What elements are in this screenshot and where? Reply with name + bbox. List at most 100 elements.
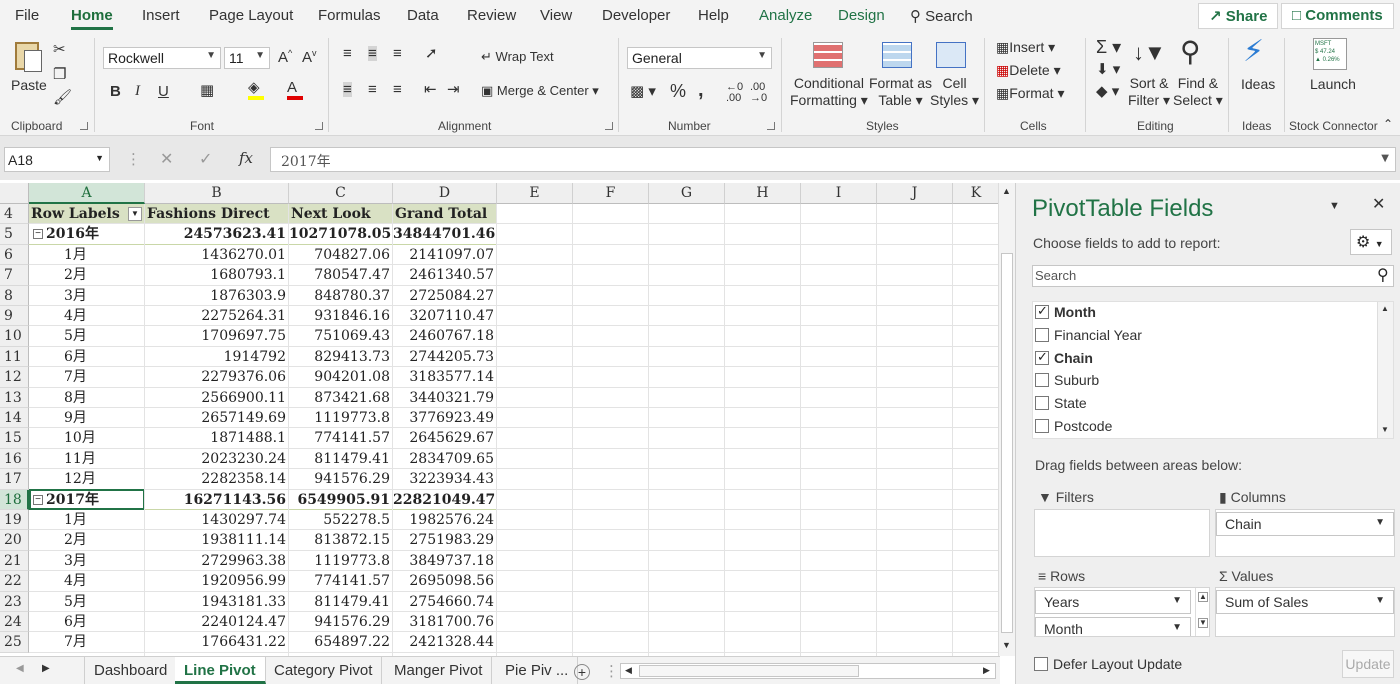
sheet-tab-manger-pivot[interactable]: Manger Pivot: [385, 657, 493, 684]
value-cell[interactable]: 24573623.41: [145, 224, 289, 244]
row-header[interactable]: 6: [0, 244, 29, 266]
value-cell[interactable]: 780547.47: [289, 265, 393, 285]
copy-icon[interactable]: ❐: [53, 67, 66, 82]
format-painter-icon[interactable]: 🖌: [53, 90, 72, 105]
value-cell[interactable]: 2275264.31: [145, 306, 289, 326]
launch-button[interactable]: Launch: [1310, 76, 1356, 92]
sheet-tab-line-pivot[interactable]: Line Pivot: [175, 657, 266, 684]
value-cell[interactable]: 2657149.69: [145, 408, 289, 428]
row-label[interactable]: 3月: [64, 286, 145, 306]
column-header[interactable]: K: [953, 183, 1000, 204]
value-cell[interactable]: 848780.37: [289, 286, 393, 306]
find-select-button[interactable]: Find & Select ▾: [1173, 75, 1223, 109]
font-launcher-icon[interactable]: [315, 122, 323, 130]
value-cell[interactable]: 1943181.33: [145, 592, 289, 612]
bold-button[interactable]: B: [110, 84, 121, 99]
checkbox-month[interactable]: [1035, 303, 1049, 319]
cancel-icon[interactable]: ✕: [160, 152, 173, 168]
row-header[interactable]: 11: [0, 346, 29, 368]
worksheet-grid[interactable]: A B C D E F G H I J K 4 Row Labels Fashions Direct Nex…: [0, 183, 1000, 656]
value-cell[interactable]: 2645629.67: [393, 428, 497, 448]
sort-filter-icon[interactable]: ↓▼: [1133, 42, 1166, 64]
align-left-icon[interactable]: ≡: [343, 82, 352, 97]
row-header[interactable]: 13: [0, 387, 29, 408]
value-cell[interactable]: 1876303.9: [145, 286, 289, 306]
row-label[interactable]: 4月: [64, 571, 145, 591]
rows-area-scrollbar[interactable]: ▲ ▼: [1195, 588, 1209, 636]
close-icon[interactable]: ✕: [1372, 197, 1385, 213]
field-search-input[interactable]: Search ⚲: [1032, 265, 1394, 287]
value-cell[interactable]: 1709697.75: [145, 326, 289, 346]
checkbox-suburb[interactable]: [1035, 373, 1049, 387]
underline-button[interactable]: U: [158, 84, 169, 99]
scroll-down-icon[interactable]: ▼: [1002, 641, 1011, 650]
number-format-select[interactable]: General ▼: [627, 47, 772, 69]
next-sheet-icon[interactable]: ▶: [42, 664, 50, 674]
select-all-corner[interactable]: [0, 183, 29, 204]
column-header[interactable]: I: [801, 183, 877, 204]
row-header[interactable]: 25: [0, 632, 29, 653]
row-header[interactable]: 20: [0, 530, 29, 551]
value-cell[interactable]: 941576.29: [289, 612, 393, 632]
value-cell[interactable]: 1982576.24: [393, 510, 497, 530]
column-header[interactable]: J: [877, 183, 953, 204]
group-row-label[interactable]: 2016年: [46, 224, 145, 244]
values-area[interactable]: Sum of Sales ▼: [1215, 587, 1395, 637]
row-label[interactable]: 10月: [64, 428, 145, 448]
paste-button[interactable]: Paste: [11, 77, 47, 93]
update-button[interactable]: Update: [1342, 650, 1394, 678]
row-label[interactable]: 11月: [64, 449, 145, 469]
value-cell[interactable]: 751069.43: [289, 326, 393, 346]
value-cell[interactable]: 904201.08: [289, 367, 393, 387]
row-header[interactable]: 21: [0, 550, 29, 572]
sort-filter-button[interactable]: Sort & Filter ▾: [1128, 75, 1170, 109]
row-label[interactable]: 6月: [64, 612, 145, 632]
merge-center-button[interactable]: ▣ Merge & Center ▾: [481, 83, 599, 99]
autosum-icon[interactable]: Σ ▾: [1096, 38, 1121, 56]
tab-help[interactable]: Help: [698, 7, 729, 24]
value-cell[interactable]: 6549905.91: [289, 490, 393, 510]
column-header[interactable]: B: [145, 183, 289, 204]
pivot-column-header[interactable]: Next Look: [291, 204, 393, 224]
value-cell[interactable]: 2566900.11: [145, 388, 289, 408]
cut-icon[interactable]: ✂: [53, 42, 66, 57]
insert-function-button[interactable]: fx: [239, 151, 253, 166]
filter-dropdown-icon[interactable]: ▼: [128, 207, 142, 221]
sheet-tab-category-pivot[interactable]: Category Pivot: [265, 657, 383, 684]
tell-me-search[interactable]: ⚲ Search: [910, 7, 973, 25]
comma-button[interactable]: ,: [698, 80, 704, 100]
alignment-launcher-icon[interactable]: [605, 122, 613, 130]
conditional-formatting-button[interactable]: Conditional Formatting ▾: [790, 75, 868, 109]
checkbox-chain[interactable]: [1035, 349, 1049, 365]
value-cell[interactable]: 813872.15: [289, 530, 393, 550]
value-cell[interactable]: 811479.41: [289, 592, 393, 612]
stock-tile-icon[interactable]: MSFT $ 47.24 ▲ 0.26%: [1313, 38, 1347, 70]
value-cell[interactable]: 2725084.27: [393, 286, 497, 306]
tab-page-layout[interactable]: Page Layout: [209, 7, 293, 24]
sheet-tab-dashboard[interactable]: Dashboard: [84, 657, 178, 684]
column-header[interactable]: G: [649, 183, 725, 204]
scroll-thumb[interactable]: [639, 665, 859, 677]
prev-sheet-icon[interactable]: ◀: [16, 664, 24, 674]
row-header[interactable]: 23: [0, 591, 29, 612]
value-cell[interactable]: 2421328.44: [393, 632, 497, 652]
increase-indent-icon[interactable]: ⇥: [447, 82, 460, 97]
value-cell[interactable]: 1766431.22: [145, 632, 289, 652]
tab-insert[interactable]: Insert: [142, 7, 180, 24]
row-label[interactable]: 5月: [64, 326, 145, 346]
row-header[interactable]: 18: [0, 489, 29, 510]
field-state[interactable]: State: [1035, 395, 1087, 417]
value-cell[interactable]: 2729963.38: [145, 551, 289, 571]
tab-design[interactable]: Design: [838, 7, 885, 24]
value-cell[interactable]: 931846.16: [289, 306, 393, 326]
gear-icon[interactable]: ⚙ ▼: [1350, 229, 1392, 255]
clipboard-launcher-icon[interactable]: [80, 122, 88, 130]
align-bottom-icon[interactable]: ≡: [393, 46, 402, 61]
row-header[interactable]: 19: [0, 510, 29, 531]
value-cell[interactable]: 2282358.14: [145, 469, 289, 489]
align-center-icon[interactable]: ≡: [368, 82, 377, 97]
value-cell[interactable]: 2141097.07: [393, 245, 497, 265]
value-cell[interactable]: 10271078.05: [289, 224, 393, 244]
value-cell[interactable]: 3849737.18: [393, 551, 497, 571]
increase-font-icon[interactable]: A^: [278, 49, 292, 66]
